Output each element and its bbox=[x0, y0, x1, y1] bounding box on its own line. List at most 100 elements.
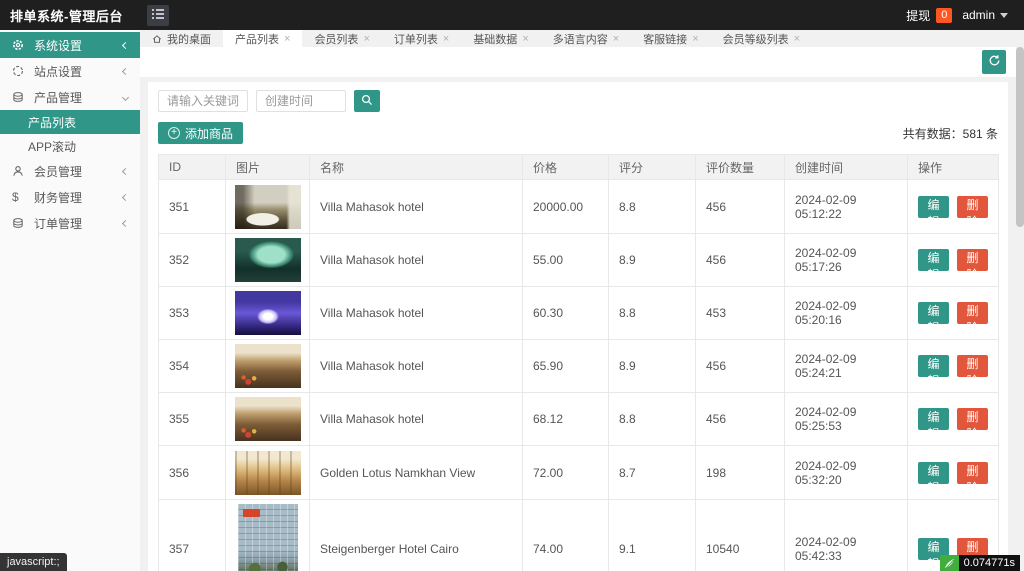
sidebar-item-label: 财务管理 bbox=[34, 189, 123, 206]
close-icon[interactable]: × bbox=[522, 33, 528, 45]
search-button[interactable] bbox=[354, 90, 380, 112]
delete-button[interactable]: 删除 bbox=[957, 408, 988, 430]
chevron-left-icon bbox=[122, 167, 129, 174]
refresh-icon bbox=[988, 54, 1001, 70]
dollar-icon: $ bbox=[12, 191, 26, 203]
sidebar-item-label: 系统设置 bbox=[34, 37, 123, 54]
edit-button[interactable]: 编辑 bbox=[918, 408, 949, 430]
vertical-scrollbar[interactable] bbox=[1016, 30, 1024, 571]
cell-name: Villa Mahasok hotel bbox=[310, 393, 523, 446]
close-icon[interactable]: × bbox=[443, 33, 449, 45]
sidebar-subitem-product-list[interactable]: 产品列表 bbox=[0, 110, 140, 134]
cell-score: 8.8 bbox=[609, 180, 696, 234]
menu-list-icon bbox=[152, 6, 164, 24]
edit-button[interactable]: 编辑 bbox=[918, 355, 949, 377]
close-icon[interactable]: × bbox=[284, 33, 290, 45]
tab-order-list[interactable]: 订单列表 × bbox=[382, 30, 461, 47]
tab-base-data[interactable]: 基础数据 × bbox=[461, 30, 540, 47]
cell-score: 8.8 bbox=[609, 287, 696, 340]
leaf-icon bbox=[940, 555, 959, 571]
delete-button[interactable]: 删除 bbox=[957, 355, 988, 377]
user-icon bbox=[12, 165, 26, 177]
cell-id: 354 bbox=[159, 340, 226, 393]
tab-support-link[interactable]: 客服链接 × bbox=[631, 30, 710, 47]
coins-icon bbox=[12, 217, 26, 229]
cell-created: 2024-02-09 05:42:33 bbox=[785, 500, 908, 571]
tab-label: 会员等级列表 bbox=[723, 31, 789, 47]
refresh-button[interactable] bbox=[982, 50, 1006, 74]
close-icon[interactable]: × bbox=[794, 33, 800, 45]
product-photo bbox=[235, 344, 301, 388]
cell-created: 2024-02-09 05:17:26 bbox=[785, 234, 908, 287]
close-icon[interactable]: × bbox=[692, 33, 698, 45]
cell-id: 355 bbox=[159, 393, 226, 446]
cell-reviews: 456 bbox=[696, 393, 785, 446]
cell-name: Villa Mahasok hotel bbox=[310, 287, 523, 340]
globe-icon bbox=[12, 65, 26, 77]
sidebar-item-order-management[interactable]: 订单管理 bbox=[0, 210, 140, 236]
sidebar-item-system-settings[interactable]: 系统设置 bbox=[0, 32, 140, 58]
cell-id: 353 bbox=[159, 287, 226, 340]
cell-price: 68.12 bbox=[523, 393, 609, 446]
cell-reviews: 456 bbox=[696, 234, 785, 287]
tab-desktop[interactable]: 我的桌面 bbox=[140, 30, 223, 47]
edit-button[interactable]: 编辑 bbox=[918, 249, 949, 271]
chevron-down-icon bbox=[1000, 13, 1008, 18]
edit-button[interactable]: 编辑 bbox=[918, 462, 949, 484]
sidebar: 系统设置 站点设置 产品管理 产品列表 APP滚动 bbox=[0, 30, 140, 571]
add-product-label: 添加商品 bbox=[185, 125, 233, 142]
delete-button[interactable]: 删除 bbox=[957, 196, 988, 218]
tab-member-level-list[interactable]: 会员等级列表 × bbox=[711, 30, 812, 47]
sidebar-item-member-management[interactable]: 会员管理 bbox=[0, 158, 140, 184]
col-header-actions: 操作 bbox=[908, 155, 999, 180]
sidebar-item-site-settings[interactable]: 站点设置 bbox=[0, 58, 140, 84]
scrollbar-thumb[interactable] bbox=[1016, 47, 1024, 227]
home-icon bbox=[152, 34, 162, 44]
cell-reviews: 198 bbox=[696, 446, 785, 500]
edit-button[interactable]: 编辑 bbox=[918, 196, 949, 218]
timer-value: 0.074771s bbox=[959, 555, 1020, 571]
withdraw-link[interactable]: 提现 0 bbox=[906, 7, 952, 24]
cell-score: 8.8 bbox=[609, 393, 696, 446]
sidebar-toggle-button[interactable] bbox=[147, 5, 169, 26]
col-header-image: 图片 bbox=[226, 155, 310, 180]
cell-name: Villa Mahasok hotel bbox=[310, 180, 523, 234]
cell-score: 8.9 bbox=[609, 234, 696, 287]
close-icon[interactable]: × bbox=[613, 33, 619, 45]
sidebar-subitem-label: APP滚动 bbox=[28, 138, 76, 155]
cell-price: 20000.00 bbox=[523, 180, 609, 234]
tab-label: 多语言内容 bbox=[553, 31, 608, 47]
tab-label: 会员列表 bbox=[314, 31, 358, 47]
tab-label: 客服链接 bbox=[643, 31, 687, 47]
cell-id: 352 bbox=[159, 234, 226, 287]
cell-reviews: 453 bbox=[696, 287, 785, 340]
add-product-button[interactable]: + 添加商品 bbox=[158, 122, 243, 144]
app-title: 排单系统-管理后台 bbox=[0, 6, 140, 25]
close-icon[interactable]: × bbox=[363, 33, 369, 45]
edit-button[interactable]: 编辑 bbox=[918, 302, 949, 324]
user-menu[interactable]: admin bbox=[962, 8, 1008, 22]
tab-multilanguage[interactable]: 多语言内容 × bbox=[541, 30, 631, 47]
keyword-input[interactable] bbox=[158, 90, 248, 112]
delete-button[interactable]: 删除 bbox=[957, 302, 988, 324]
delete-button[interactable]: 删除 bbox=[957, 249, 988, 271]
cell-price: 60.30 bbox=[523, 287, 609, 340]
delete-button[interactable]: 删除 bbox=[957, 462, 988, 484]
tab-member-list[interactable]: 会员列表 × bbox=[302, 30, 381, 47]
chevron-left-icon bbox=[122, 193, 129, 200]
create-time-input[interactable] bbox=[256, 90, 346, 112]
cell-created: 2024-02-09 05:20:16 bbox=[785, 287, 908, 340]
toolbar-strip bbox=[140, 47, 1016, 77]
cell-created: 2024-02-09 05:25:53 bbox=[785, 393, 908, 446]
sidebar-item-product-management[interactable]: 产品管理 bbox=[0, 84, 140, 110]
product-photo bbox=[235, 185, 301, 229]
table-row: 357 Steigenberger Hotel Cairo 74.00 9.1 … bbox=[159, 500, 999, 571]
total-count-value: 581 条 bbox=[963, 127, 998, 141]
admin-app: 排单系统-管理后台 提现 0 admin 系统设置 bbox=[0, 0, 1024, 571]
tab-label: 基础数据 bbox=[473, 31, 517, 47]
gear-icon bbox=[12, 39, 26, 51]
tab-product-list[interactable]: 产品列表 × bbox=[223, 30, 302, 47]
sidebar-subitem-app-scroll[interactable]: APP滚动 bbox=[0, 134, 140, 158]
cell-reviews: 456 bbox=[696, 340, 785, 393]
sidebar-item-finance-management[interactable]: $ 财务管理 bbox=[0, 184, 140, 210]
